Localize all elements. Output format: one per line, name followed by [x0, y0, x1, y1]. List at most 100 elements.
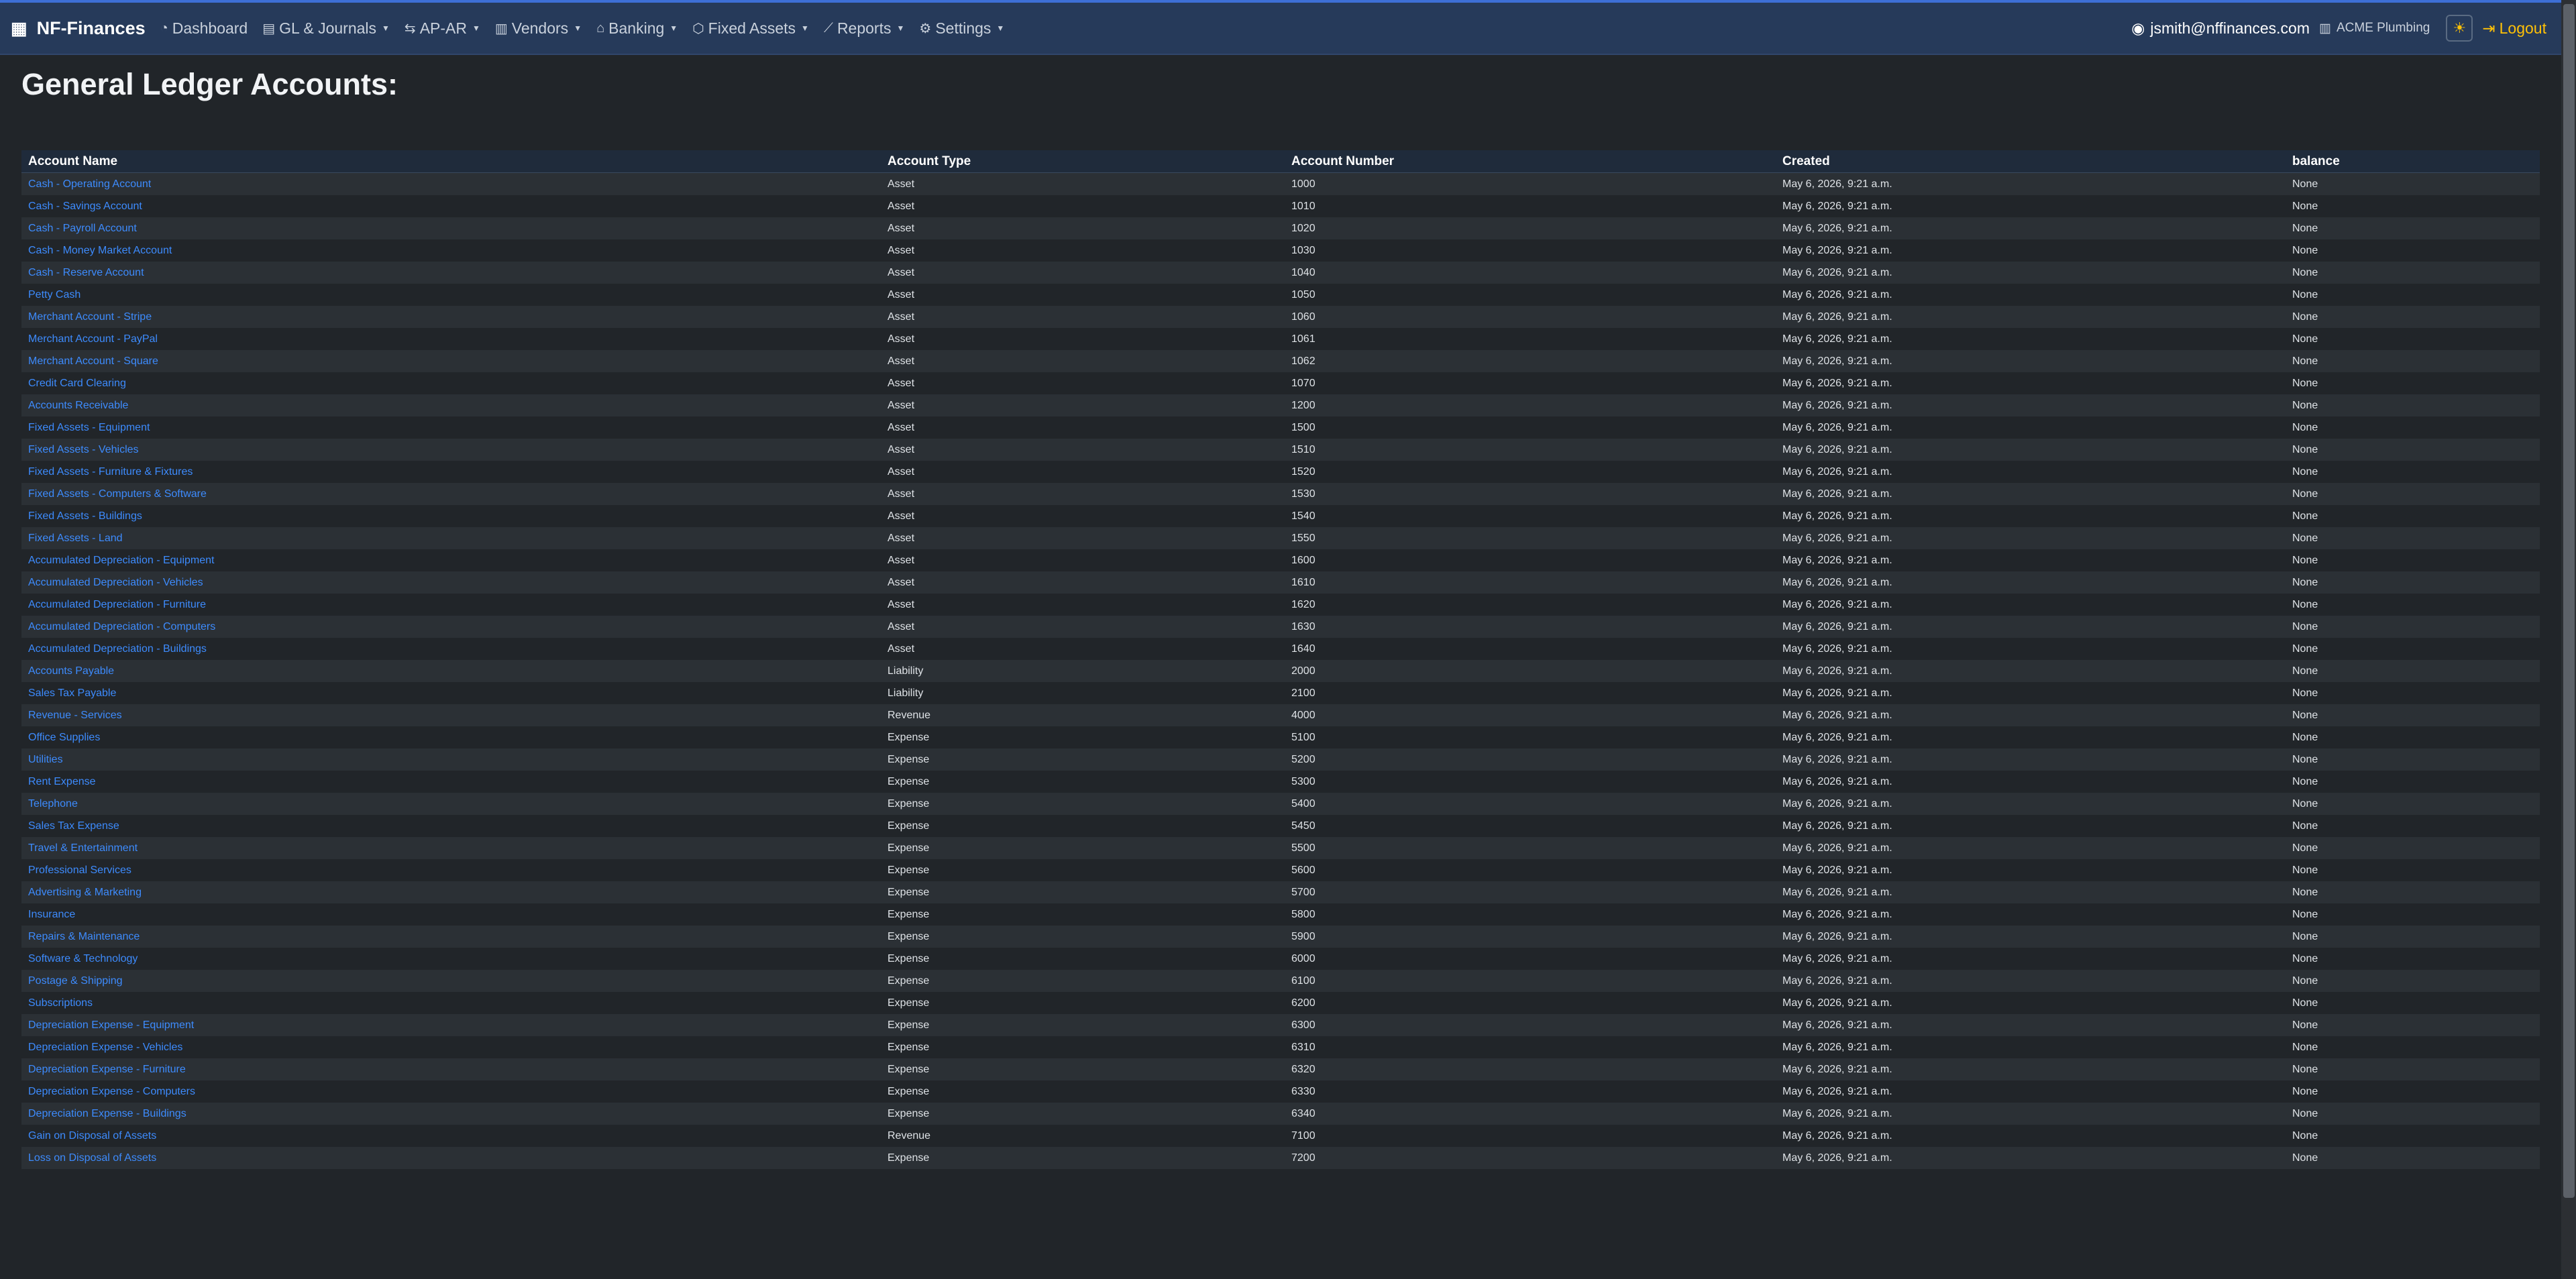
account-link[interactable]: Revenue - Services [28, 710, 122, 721]
account-link[interactable]: Depreciation Expense - Equipment [28, 1019, 194, 1031]
cell-account-type: Asset [881, 616, 1285, 638]
cell-account-number: 1600 [1285, 549, 1776, 571]
scrollbar-thumb[interactable] [2563, 4, 2575, 1198]
account-link[interactable]: Gain on Disposal of Assets [28, 1130, 156, 1142]
account-link[interactable]: Telephone [28, 798, 78, 810]
account-link[interactable]: Depreciation Expense - Buildings [28, 1108, 186, 1119]
table-row: Merchant Account - Square Asset 1062 May 6,… [21, 350, 2540, 372]
account-link[interactable]: Advertising & Marketing [28, 887, 142, 898]
cell-created: May 6, 2026, 9:21 a.m. [1776, 881, 2286, 903]
cell-account-number: 2000 [1285, 660, 1776, 682]
cell-balance: None [2286, 571, 2540, 594]
cell-account-number: 6330 [1285, 1080, 1776, 1103]
company-selector[interactable]: ▥ ACME Plumbing [2319, 21, 2430, 36]
account-link[interactable]: Merchant Account - Square [28, 355, 158, 367]
account-link[interactable]: Loss on Disposal of Assets [28, 1152, 156, 1164]
nav-gl-journals-label: GL & Journals [279, 19, 377, 37]
user-menu[interactable]: ◉ jsmith@nffinances.com [2131, 19, 2310, 38]
table-row: Postage & Shipping Expense 6100 May 6, 2026… [21, 970, 2540, 992]
scrollbar[interactable] [2561, 0, 2576, 1279]
cell-balance: None [2286, 549, 2540, 571]
cell-created: May 6, 2026, 9:21 a.m. [1776, 793, 2286, 815]
theme-toggle-button[interactable]: ☀ [2446, 15, 2473, 42]
account-link[interactable]: Cash - Operating Account [28, 178, 151, 190]
brand-link[interactable]: ▦ NF-Finances [11, 18, 146, 39]
logout-button[interactable]: ⇥ Logout [2482, 19, 2546, 38]
account-link[interactable]: Fixed Assets - Vehicles [28, 444, 139, 455]
account-link[interactable]: Fixed Assets - Computers & Software [28, 488, 207, 500]
account-link[interactable]: Repairs & Maintenance [28, 931, 140, 942]
account-link[interactable]: Professional Services [28, 865, 131, 876]
account-link[interactable]: Cash - Payroll Account [28, 223, 137, 234]
account-link[interactable]: Subscriptions [28, 997, 93, 1009]
account-link[interactable]: Fixed Assets - Land [28, 533, 123, 544]
account-link[interactable]: Fixed Assets - Furniture & Fixtures [28, 466, 193, 478]
account-link[interactable]: Postage & Shipping [28, 975, 123, 987]
account-link[interactable]: Software & Technology [28, 953, 138, 964]
cell-account-type: Asset [881, 350, 1285, 372]
account-link[interactable]: Fixed Assets - Equipment [28, 422, 150, 433]
account-link[interactable]: Utilities [28, 754, 63, 765]
cell-account-type: Expense [881, 815, 1285, 837]
cell-created: May 6, 2026, 9:21 a.m. [1776, 748, 2286, 771]
cell-created: May 6, 2026, 9:21 a.m. [1776, 461, 2286, 483]
account-link[interactable]: Cash - Money Market Account [28, 245, 172, 256]
cell-account-name: Professional Services [21, 859, 881, 881]
account-link[interactable]: Credit Card Clearing [28, 378, 126, 389]
account-link[interactable]: Rent Expense [28, 776, 96, 787]
nav-settings[interactable]: ⚙ Settings ▼ [919, 19, 1004, 38]
account-link[interactable]: Accounts Payable [28, 665, 114, 677]
cell-account-name: Accumulated Depreciation - Furniture [21, 594, 881, 616]
account-link[interactable]: Depreciation Expense - Computers [28, 1086, 195, 1097]
cell-account-name: Advertising & Marketing [21, 881, 881, 903]
account-link[interactable]: Merchant Account - PayPal [28, 333, 158, 345]
account-link[interactable]: Accumulated Depreciation - Buildings [28, 643, 207, 655]
account-link[interactable]: Depreciation Expense - Furniture [28, 1064, 186, 1075]
account-link[interactable]: Petty Cash [28, 289, 80, 300]
nav-vendors[interactable]: ▥ Vendors ▼ [495, 19, 582, 38]
nav-ap-ar[interactable]: ⇆ AP-AR ▼ [405, 19, 480, 38]
account-link[interactable]: Accumulated Depreciation - Equipment [28, 555, 214, 566]
cell-account-type: Expense [881, 926, 1285, 948]
cell-account-type: Asset [881, 195, 1285, 217]
account-link[interactable]: Cash - Reserve Account [28, 267, 144, 278]
logout-label: Logout [2499, 19, 2546, 37]
account-link[interactable]: Accumulated Depreciation - Vehicles [28, 577, 203, 588]
nav-gl-journals[interactable]: ▤ GL & Journals ▼ [262, 19, 390, 38]
nav-dashboard[interactable]: ◔ Dashboard [160, 19, 248, 38]
table-row: Cash - Payroll Account Asset 1020 May 6, 20… [21, 217, 2540, 239]
account-link[interactable]: Sales Tax Payable [28, 687, 116, 699]
cell-account-name: Cash - Payroll Account [21, 217, 881, 239]
nav-banking[interactable]: ⌂ Banking ▼ [596, 19, 678, 38]
table-row: Office Supplies Expense 5100 May 6, 2026, 9… [21, 726, 2540, 748]
cell-created: May 6, 2026, 9:21 a.m. [1776, 372, 2286, 394]
cell-account-type: Asset [881, 461, 1285, 483]
nav-dashboard-label: Dashboard [172, 19, 248, 37]
account-link[interactable]: Office Supplies [28, 732, 100, 743]
account-link[interactable]: Depreciation Expense - Vehicles [28, 1042, 182, 1053]
cell-account-type: Expense [881, 793, 1285, 815]
account-link[interactable]: Fixed Assets - Buildings [28, 510, 142, 522]
cell-created: May 6, 2026, 9:21 a.m. [1776, 483, 2286, 505]
account-link[interactable]: Accounts Receivable [28, 400, 128, 411]
chevron-down-icon: ▼ [896, 23, 905, 33]
account-link[interactable]: Merchant Account - Stripe [28, 311, 152, 323]
cell-created: May 6, 2026, 9:21 a.m. [1776, 195, 2286, 217]
account-link[interactable]: Accumulated Depreciation - Computers [28, 621, 215, 632]
cell-created: May 6, 2026, 9:21 a.m. [1776, 815, 2286, 837]
cell-account-type: Expense [881, 859, 1285, 881]
cell-balance: None [2286, 638, 2540, 660]
cell-account-number: 6320 [1285, 1058, 1776, 1080]
cell-balance: None [2286, 859, 2540, 881]
account-link[interactable]: Cash - Savings Account [28, 201, 142, 212]
cell-balance: None [2286, 815, 2540, 837]
account-link[interactable]: Sales Tax Expense [28, 820, 119, 832]
cell-account-type: Expense [881, 970, 1285, 992]
cell-account-number: 5900 [1285, 926, 1776, 948]
cell-account-name: Depreciation Expense - Furniture [21, 1058, 881, 1080]
account-link[interactable]: Accumulated Depreciation - Furniture [28, 599, 206, 610]
nav-fixed-assets[interactable]: ⬡ Fixed Assets ▼ [692, 19, 809, 38]
nav-reports[interactable]: ⟋ Reports ▼ [824, 19, 904, 38]
account-link[interactable]: Insurance [28, 909, 75, 920]
account-link[interactable]: Travel & Entertainment [28, 842, 138, 854]
